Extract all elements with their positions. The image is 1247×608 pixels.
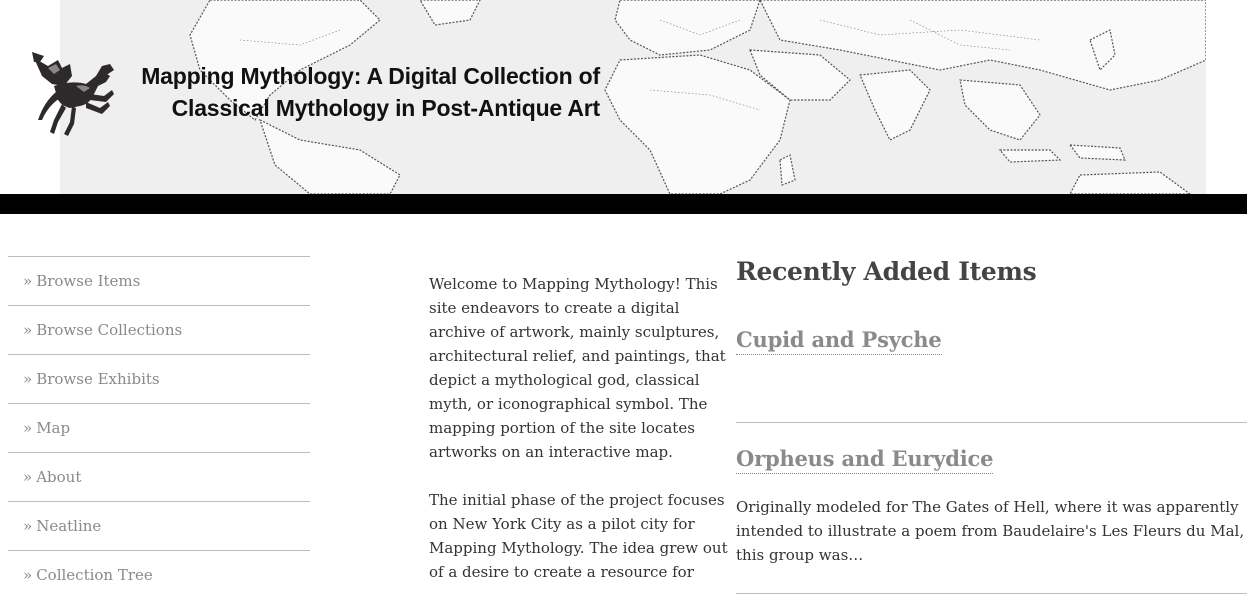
nav-item-browse-items[interactable]: » Browse Items [8, 256, 310, 305]
recently-added-items: Recently Added Items Cupid and Psyche Or… [736, 254, 1247, 594]
nav-item-about[interactable]: » About [8, 452, 310, 501]
recent-item: Cupid and Psyche [736, 290, 1247, 423]
nav-item-label: Neatline [36, 517, 102, 535]
nav-item-label: Browse Items [36, 272, 141, 290]
nav-item-label: About [36, 468, 82, 486]
nav-prefix: » [23, 566, 33, 584]
nav-item-browse-collections[interactable]: » Browse Collections [8, 305, 310, 354]
nav-item-label: Collection Tree [36, 566, 153, 584]
pegasus-statue-icon[interactable] [24, 46, 120, 138]
intro-text: Welcome to Mapping Mythology! This site … [429, 272, 729, 608]
header-divider-bar [0, 194, 1247, 214]
site-title[interactable]: Mapping Mythology: A Digital Collection … [110, 60, 600, 124]
nav-item-label: Browse Exhibits [36, 370, 160, 388]
primary-navigation: » Browse Items » Browse Collections » Brows… [8, 256, 310, 599]
nav-prefix: » [23, 370, 33, 388]
recent-item-title-link[interactable]: Cupid and Psyche [736, 326, 942, 355]
nav-prefix: » [23, 272, 33, 290]
recent-item-title-link[interactable]: Orpheus and Eurydice [736, 445, 993, 474]
nav-item-map[interactable]: » Map [8, 403, 310, 452]
pegasus-icon [32, 52, 114, 136]
nav-prefix: » [23, 419, 33, 437]
nav-item-label: Map [36, 419, 71, 437]
intro-paragraph-1: Welcome to Mapping Mythology! This site … [429, 275, 726, 461]
site-title-link[interactable]: Mapping Mythology: A Digital Collection … [141, 63, 600, 121]
nav-item-neatline[interactable]: » Neatline [8, 501, 310, 550]
recent-items-heading: Recently Added Items [736, 257, 1037, 286]
recent-item: Orpheus and Eurydice Originally modeled … [736, 423, 1247, 594]
nav-prefix: » [23, 468, 33, 486]
site-title-line1: Mapping Mythology: A Digital Collection … [141, 63, 600, 89]
nav-prefix: » [23, 517, 33, 535]
recent-item-description: Originally modeled for The Gates of Hell… [736, 498, 1245, 564]
site-title-line2: Classical Mythology in Post-Antique Art [171, 95, 601, 121]
site-header: Mapping Mythology: A Digital Collection … [0, 0, 1247, 194]
intro-paragraph-2: The initial phase of the project focuses… [429, 491, 728, 581]
nav-item-collection-tree[interactable]: » Collection Tree [8, 550, 310, 599]
nav-prefix: » [23, 321, 33, 339]
nav-item-label: Browse Collections [36, 321, 183, 339]
nav-item-browse-exhibits[interactable]: » Browse Exhibits [8, 354, 310, 403]
